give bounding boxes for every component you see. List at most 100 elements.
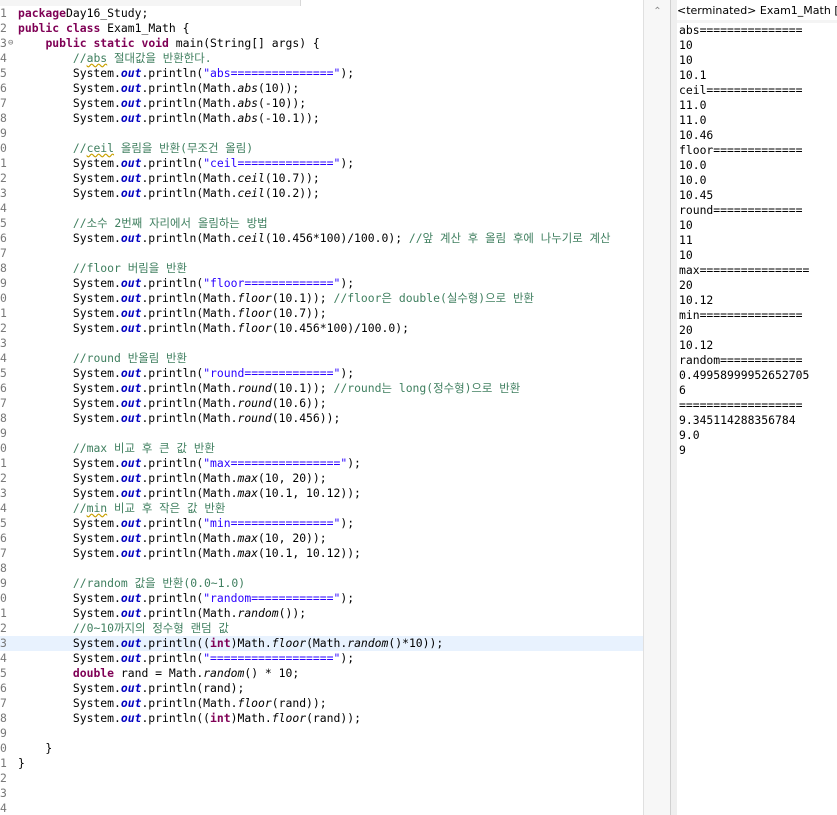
- code-line[interactable]: 5 System.out.println("abs===============…: [0, 66, 643, 81]
- code-text[interactable]: }: [18, 756, 25, 771]
- code-line[interactable]: 6 System.out.println(Math.ceil(10.456*10…: [0, 231, 643, 246]
- code-line[interactable]: 4: [0, 201, 643, 216]
- code-line[interactable]: 3 ⊖ public static void main(String[] args…: [0, 36, 643, 51]
- collapse-icon[interactable]: ⊖: [8, 36, 13, 51]
- code-line[interactable]: 4: [0, 801, 643, 815]
- code-text[interactable]: System.out.println("min===============")…: [18, 516, 354, 531]
- code-text[interactable]: //max 비교 후 큰 값 반환: [18, 441, 215, 456]
- code-line[interactable]: 7 System.out.println(Math.floor(rand));: [0, 696, 643, 711]
- code-line[interactable]: 7 System.out.println(Math.round(10.6));: [0, 396, 643, 411]
- code-text[interactable]: //floor 버림을 반환: [18, 261, 187, 276]
- code-text[interactable]: System.out.println(Math.round(10.1)); //…: [18, 381, 520, 396]
- code-line[interactable]: 5 System.out.println("min===============…: [0, 516, 643, 531]
- code-line[interactable]: 2 //0~10까지의 정수형 랜덤 값: [0, 621, 643, 636]
- editor-vertical-scrollbar[interactable]: ⌃: [643, 0, 671, 815]
- code-line[interactable]: 9: [0, 126, 643, 141]
- code-text[interactable]: System.out.println(rand);: [18, 681, 244, 696]
- code-line[interactable]: 3: [0, 786, 643, 801]
- code-line[interactable]: 1 System.out.println(Math.floor(10.7));: [0, 306, 643, 321]
- code-text[interactable]: System.out.println(Math.ceil(10.7));: [18, 171, 320, 186]
- code-text[interactable]: System.out.println(Math.round(10.6));: [18, 396, 327, 411]
- code-text[interactable]: double rand = Math.random() * 10;: [18, 666, 299, 681]
- code-text[interactable]: System.out.println("==================")…: [18, 651, 354, 666]
- code-line[interactable]: 3 System.out.println(Math.ceil(10.2));: [0, 186, 643, 201]
- code-line[interactable]: 2: [0, 771, 643, 786]
- code-text[interactable]: System.out.println("random============")…: [18, 591, 354, 606]
- code-text[interactable]: System.out.println(Math.floor(10.456*100…: [18, 321, 409, 336]
- code-line[interactable]: 0 //ceil 올림을 반환(무조건 올림): [0, 141, 643, 156]
- code-line[interactable]: 8 //floor 버림을 반환: [0, 261, 643, 276]
- code-line[interactable]: 6 System.out.println(Math.round(10.1)); …: [0, 381, 643, 396]
- code-text[interactable]: System.out.println(Math.max(10, 20));: [18, 471, 327, 486]
- code-line[interactable]: 1}: [0, 756, 643, 771]
- code-text[interactable]: public static void main(String[] args) {: [18, 36, 319, 51]
- code-line[interactable]: 6 System.out.println(Math.abs(10));: [0, 81, 643, 96]
- code-text[interactable]: //random 값을 반환(0.0~1.0): [18, 576, 245, 591]
- code-line[interactable]: 5 //소수 2번째 자리에서 올림하는 방법: [0, 216, 643, 231]
- code-text[interactable]: System.out.println(Math.ceil(10.456*100)…: [18, 231, 611, 246]
- code-line[interactable]: 7 System.out.println(Math.abs(-10));: [0, 96, 643, 111]
- code-line[interactable]: 6 System.out.println(Math.max(10, 20));: [0, 531, 643, 546]
- code-text[interactable]: System.out.println(Math.max(10.1, 10.12)…: [18, 546, 361, 561]
- code-text[interactable]: public class Exam1_Math {: [18, 21, 189, 36]
- code-text[interactable]: System.out.println(Math.abs(10));: [18, 81, 299, 96]
- code-text[interactable]: System.out.println("max================"…: [18, 456, 361, 471]
- code-text[interactable]: //0~10까지의 정수형 랜덤 값: [18, 621, 229, 636]
- code-text[interactable]: }: [18, 741, 52, 756]
- code-line[interactable]: 0 System.out.println("random============…: [0, 591, 643, 606]
- code-line[interactable]: 4 //min 비교 후 작은 값 반환: [0, 501, 643, 516]
- code-text[interactable]: //소수 2번째 자리에서 올림하는 방법: [18, 216, 268, 231]
- code-line[interactable]: 8: [0, 561, 643, 576]
- code-line[interactable]: 9: [0, 726, 643, 741]
- code-editor[interactable]: 1 packageDay16_Study; 2 public class Exam1_…: [0, 0, 643, 815]
- code-line[interactable]: 1 System.out.println("max===============…: [0, 456, 643, 471]
- code-text[interactable]: System.out.println((int)Math.floor(rand)…: [18, 711, 361, 726]
- code-text[interactable]: System.out.println("abs===============")…: [18, 66, 354, 81]
- code-text[interactable]: System.out.println(Math.abs(-10));: [18, 96, 306, 111]
- code-text[interactable]: System.out.println((int)Math.floor(Math.…: [18, 636, 443, 651]
- code-text[interactable]: System.out.println(Math.floor(rand));: [18, 696, 327, 711]
- code-line[interactable]: 9: [0, 426, 643, 441]
- code-line[interactable]: 8 System.out.println(Math.round(10.456))…: [0, 411, 643, 426]
- code-text[interactable]: //min 비교 후 작은 값 반환: [18, 501, 225, 516]
- code-text[interactable]: System.out.println(Math.ceil(10.2));: [18, 186, 320, 201]
- code-line[interactable]: 1 System.out.println("ceil==============…: [0, 156, 643, 171]
- code-line[interactable]: 2 public class Exam1_Math {: [0, 21, 643, 36]
- code-text[interactable]: //abs 절대값을 반환한다.: [18, 51, 212, 66]
- code-line[interactable]: 4 System.out.println("==================…: [0, 651, 643, 666]
- chevron-up-icon[interactable]: ⌃: [652, 6, 663, 17]
- code-line[interactable]: 9 //random 값을 반환(0.0~1.0): [0, 576, 643, 591]
- code-line[interactable]: 1 System.out.println(Math.random());: [0, 606, 643, 621]
- code-line[interactable]: 3: [0, 336, 643, 351]
- code-line[interactable]: 0 //max 비교 후 큰 값 반환: [0, 441, 643, 456]
- code-text[interactable]: System.out.println("floor=============")…: [18, 276, 354, 291]
- code-text[interactable]: System.out.println(Math.round(10.456));: [18, 411, 340, 426]
- code-line[interactable]: 9 System.out.println("floor=============…: [0, 276, 643, 291]
- code-text[interactable]: //round 반올림 반환: [18, 351, 187, 366]
- code-line[interactable]: 7: [0, 246, 643, 261]
- code-line[interactable]: 7 System.out.println(Math.max(10.1, 10.1…: [0, 546, 643, 561]
- code-line[interactable]: 6 System.out.println(rand);: [0, 681, 643, 696]
- code-line[interactable]: 2 System.out.println(Math.floor(10.456*1…: [0, 321, 643, 336]
- code-text[interactable]: System.out.println(Math.floor(10.1)); //…: [18, 291, 534, 306]
- code-text[interactable]: System.out.println(Math.floor(10.7));: [18, 306, 327, 321]
- code-line[interactable]: 1 packageDay16_Study;: [0, 6, 643, 21]
- code-line[interactable]: 2 System.out.println(Math.max(10, 20));: [0, 471, 643, 486]
- code-line[interactable]: 4 //round 반올림 반환: [0, 351, 643, 366]
- code-line[interactable]: 3 System.out.println(Math.max(10.1, 10.1…: [0, 486, 643, 501]
- code-line[interactable]: 5 System.out.println("round=============…: [0, 366, 643, 381]
- code-line[interactable]: 4 //abs 절대값을 반환한다.: [0, 51, 643, 66]
- code-line[interactable]: 5 double rand = Math.random() * 10;: [0, 666, 643, 681]
- code-line[interactable]: 8 System.out.println((int)Math.floor(ran…: [0, 711, 643, 726]
- code-text[interactable]: packageDay16_Study;: [18, 6, 148, 21]
- code-text[interactable]: System.out.println("round=============")…: [18, 366, 354, 381]
- code-text[interactable]: //ceil 올림을 반환(무조건 올림): [18, 141, 253, 156]
- code-text[interactable]: System.out.println(Math.random());: [18, 606, 306, 621]
- code-line[interactable]: 8 System.out.println(Math.abs(-10.1));: [0, 111, 643, 126]
- code-line[interactable]: 0 }: [0, 741, 643, 756]
- code-text[interactable]: System.out.println("ceil==============")…: [18, 156, 354, 171]
- code-line-current[interactable]: 3 System.out.println((int)Math.floor(Mat…: [0, 636, 643, 651]
- code-text[interactable]: System.out.println(Math.abs(-10.1));: [18, 111, 320, 126]
- code-text[interactable]: System.out.println(Math.max(10, 20));: [18, 531, 327, 546]
- code-line[interactable]: 2 System.out.println(Math.ceil(10.7));: [0, 171, 643, 186]
